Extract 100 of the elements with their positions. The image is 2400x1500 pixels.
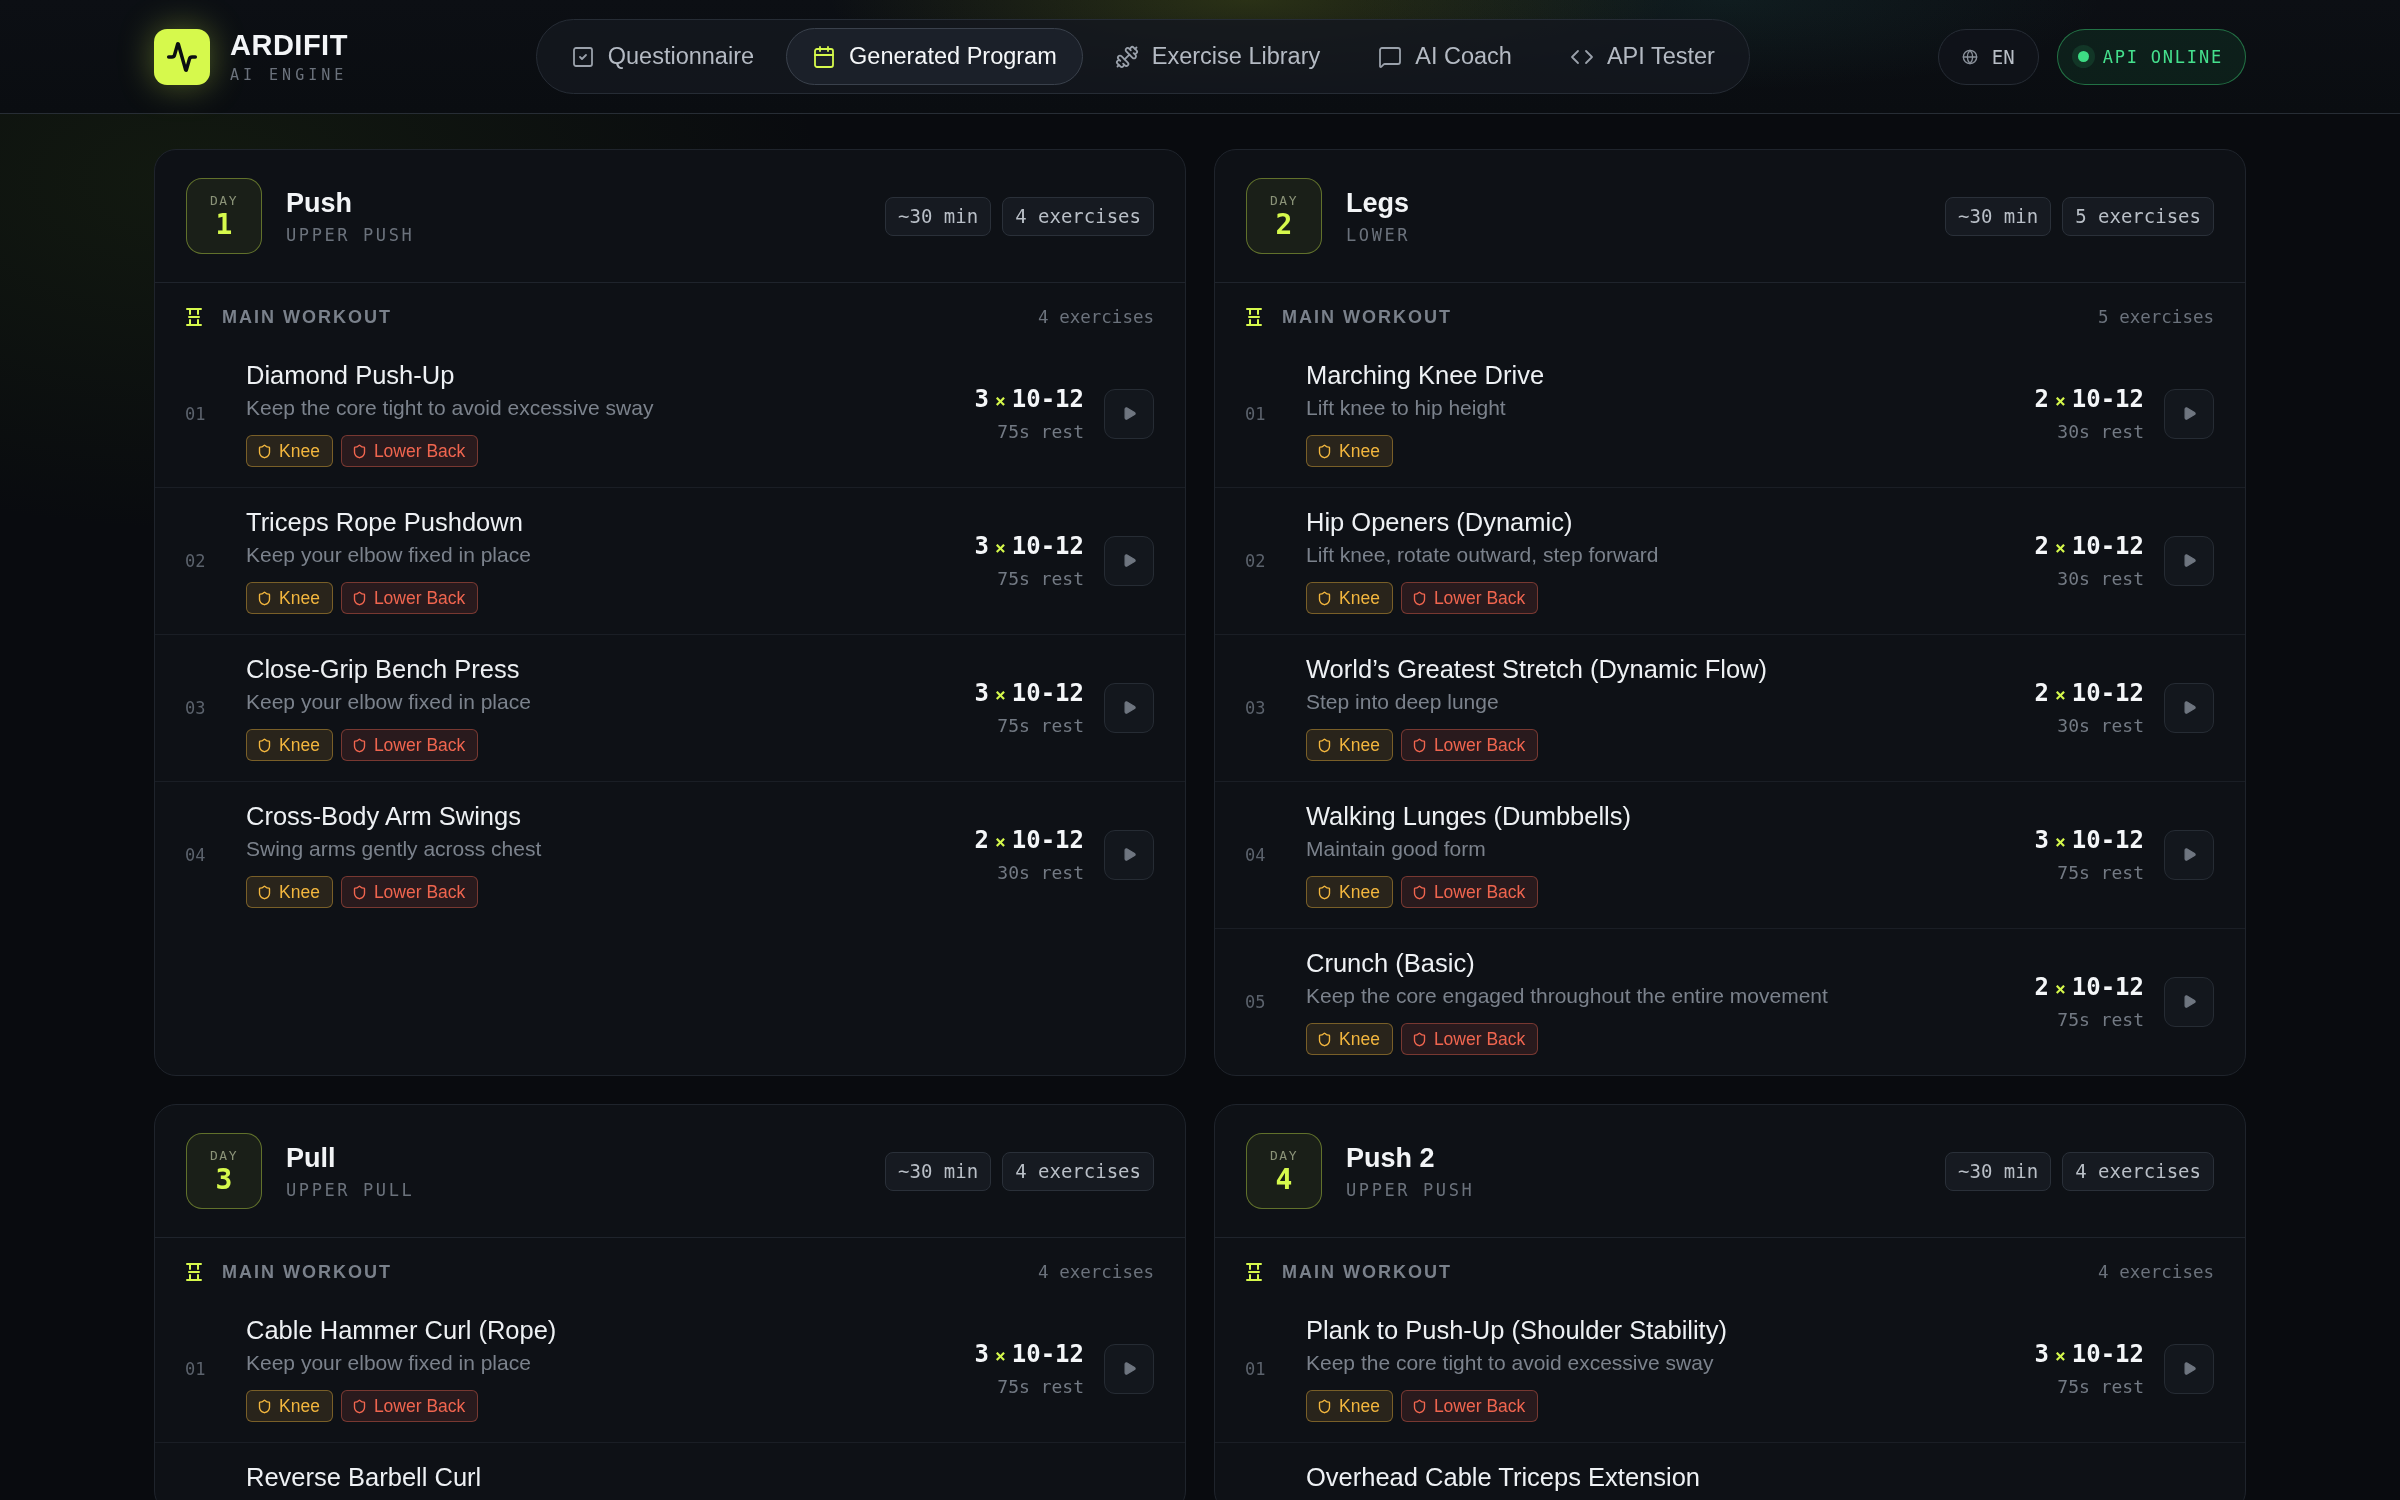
sets-reps: 2 × 10-12 (2034, 383, 2144, 415)
brand-tagline: AI ENGINE (230, 66, 348, 84)
exercise-name: Close-Grip Bench Press (246, 654, 520, 684)
exercise-description: Step into deep lunge (1306, 689, 1499, 715)
play-icon (2181, 700, 2197, 715)
tag-label: Knee (1339, 1029, 1380, 1049)
sets-reps: 2 × 10-12 (2034, 971, 2144, 1003)
exercise-description: Lift knee, rotate outward, step forward (1306, 542, 1659, 568)
barbell-icon (1246, 308, 1262, 326)
exercise-number: 01 (185, 1358, 206, 1379)
tag-label: Lower Back (373, 441, 466, 461)
shield-icon (257, 884, 272, 900)
shield-icon (1317, 1031, 1332, 1047)
shield-icon (1317, 737, 1332, 753)
tag-label: Knee (1339, 735, 1380, 755)
rest-time: 75s rest (2057, 1007, 2144, 1032)
play-icon (2181, 847, 2197, 862)
play-button[interactable] (2164, 388, 2214, 439)
play-icon (1121, 700, 1137, 715)
section-title: MAIN WORKOUT (222, 1261, 393, 1284)
play-button[interactable] (1104, 535, 1154, 586)
exercise-description: Keep the core engaged throughout the entire movement (1306, 983, 1828, 1009)
play-button[interactable] (2164, 829, 2214, 880)
rest-time: 75s rest (2057, 860, 2144, 885)
exercise-name: Overhead Cable Triceps Extension (1306, 1462, 1701, 1492)
exercise-description: Keep your elbow fixed in place (246, 1350, 531, 1376)
exercise-description: Keep the core tight to avoid excessive sway (246, 395, 654, 421)
nav-tab[interactable]: Exercise Library (1088, 28, 1347, 85)
exercise-description: Maintain good form (1306, 836, 1486, 862)
exercise-number: 05 (1245, 991, 1266, 1012)
exercise-number: 04 (1245, 844, 1266, 865)
shield-icon (257, 737, 272, 753)
exercise-name: Marching Knee Drive (1306, 360, 1545, 390)
day-label: DAY (210, 192, 238, 208)
nav-tab[interactable]: Questionnaire (544, 28, 781, 85)
section-count: 4 exercises (2098, 1261, 2214, 1284)
play-button[interactable] (1104, 1343, 1154, 1394)
tag-label: Lower Back (1433, 882, 1526, 902)
tag-label: Lower Back (373, 735, 466, 755)
nav-tab[interactable]: Generated Program (786, 28, 1083, 85)
exercise-description: Keep the core tight to avoid excessive sway (1306, 1350, 1714, 1376)
exercise-name: Reverse Barbell Curl (246, 1462, 482, 1492)
sets-reps: 3 × 10-12 (974, 383, 1084, 415)
duration-pill: ~30 min (885, 196, 992, 236)
tag-label: Knee (279, 735, 320, 755)
exercise-count-pill: 4 exercises (1002, 1151, 1154, 1191)
day-label: DAY (210, 1147, 238, 1163)
play-button[interactable] (2164, 682, 2214, 733)
nav-tab[interactable]: API Tester (1543, 28, 1741, 85)
exercise-number: 02 (185, 550, 206, 571)
duration-pill: ~30 min (1945, 1151, 2052, 1191)
section-count: 4 exercises (1038, 1261, 1154, 1284)
play-icon (2181, 1361, 2197, 1376)
play-button[interactable] (2164, 535, 2214, 586)
barbell-icon (186, 308, 202, 326)
sets-reps: 2 × 10-12 (2034, 530, 2144, 562)
exercise-description: Keep your elbow fixed in place (246, 542, 531, 568)
rest-time: 75s rest (997, 1374, 1084, 1399)
shield-icon (1411, 1031, 1427, 1047)
chat-icon (1378, 44, 1403, 69)
nav-tab[interactable]: AI Coach (1352, 28, 1538, 85)
play-button[interactable] (2164, 1343, 2214, 1394)
tag-label: Lower Back (373, 1396, 466, 1416)
shield-icon (1411, 737, 1427, 753)
tag-label: Knee (1339, 882, 1380, 902)
tag-label: Lower Back (1433, 1396, 1526, 1416)
tag-label: Lower Back (373, 588, 466, 608)
language-button[interactable]: EN (1937, 28, 2039, 85)
shield-icon (1317, 884, 1332, 900)
day-subtitle: UPPER PULL (286, 1179, 416, 1201)
tag-label: Knee (1339, 441, 1380, 461)
play-icon (1121, 1361, 1137, 1376)
dumbbell-icon (1114, 44, 1139, 69)
exercise-count-pill: 4 exercises (2062, 1151, 2214, 1191)
play-button[interactable] (2164, 976, 2214, 1027)
play-button[interactable] (1104, 829, 1154, 880)
play-button[interactable] (1104, 682, 1154, 733)
status-label: API ONLINE (2102, 46, 2223, 67)
rest-time: 30s rest (2057, 419, 2144, 444)
rest-time: 75s rest (997, 419, 1084, 444)
calendar-icon (812, 44, 837, 69)
day-subtitle: UPPER PUSH (286, 224, 416, 246)
shield-icon (1317, 443, 1332, 459)
day-label: DAY (1270, 1147, 1298, 1163)
sets-reps: 2 × 10-12 (974, 824, 1084, 856)
exercise-name: Walking Lunges (Dumbbells) (1306, 801, 1632, 831)
sets-reps: 3 × 10-12 (2034, 824, 2144, 856)
globe-icon (1961, 48, 1978, 65)
play-button[interactable] (1104, 388, 1154, 439)
exercise-number: 03 (1245, 697, 1266, 718)
exercise-description: Swing arms gently across chest (246, 836, 542, 862)
tag-label: Knee (279, 588, 320, 608)
shield-icon (351, 590, 367, 606)
tag-label: Lower Back (373, 882, 466, 902)
shield-icon (351, 1398, 367, 1414)
rest-time: 75s rest (2057, 1374, 2144, 1399)
exercise-count-pill: 4 exercises (1002, 196, 1154, 236)
day-title: Legs (1346, 187, 1411, 220)
exercise-count-pill: 5 exercises (2062, 196, 2214, 236)
sets-reps: 3 × 10-12 (974, 530, 1084, 562)
